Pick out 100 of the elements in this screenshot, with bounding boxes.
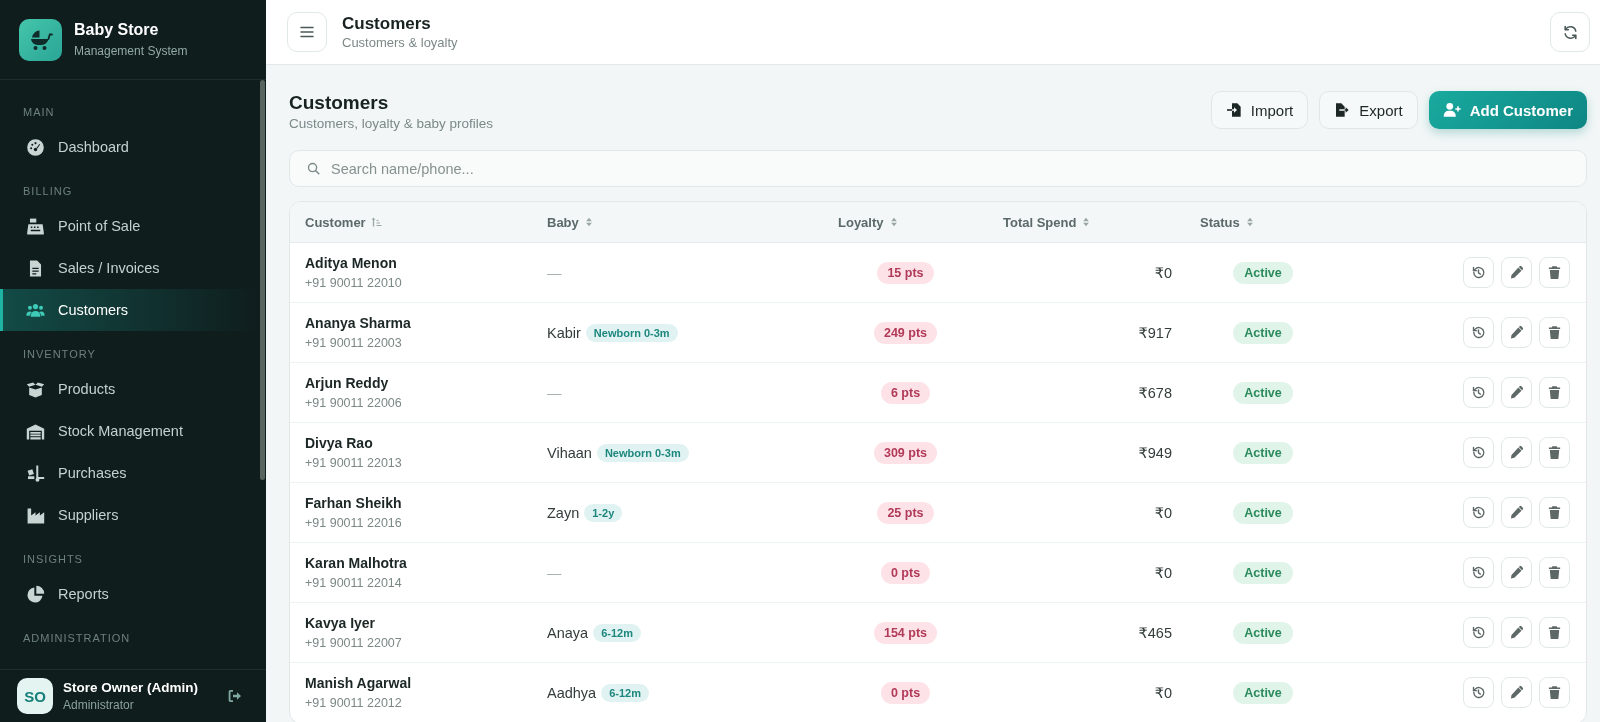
column-header[interactable]: Customer — [290, 214, 533, 230]
column-header[interactable]: Total Spend — [988, 214, 1189, 230]
total-spend: ₹917 — [1138, 324, 1172, 341]
user-role: Administrator — [63, 698, 135, 713]
trash-icon — [1547, 445, 1562, 460]
history-icon — [1471, 565, 1486, 580]
status-badge: Active — [1233, 561, 1293, 584]
customer-name: Karan Malhotra — [305, 554, 408, 572]
baby-name: Vihaan — [547, 444, 592, 461]
pencil-icon — [1509, 505, 1524, 520]
delete-button[interactable] — [1539, 557, 1570, 588]
history-button[interactable] — [1463, 617, 1494, 648]
user-plus-icon — [1442, 101, 1461, 119]
customer-name: Aditya Menon — [305, 254, 398, 272]
nav-item[interactable]: Sales / Invoices — [0, 247, 259, 289]
pencil-icon — [1509, 445, 1524, 460]
logout-icon — [227, 688, 243, 704]
edit-button[interactable] — [1501, 317, 1532, 348]
pencil-icon — [1509, 625, 1524, 640]
customer-phone: +91 90011 22007 — [305, 635, 403, 651]
history-button[interactable] — [1463, 317, 1494, 348]
pencil-icon — [1509, 385, 1524, 400]
add-customer-button[interactable]: Add Customer — [1428, 91, 1587, 129]
edit-button[interactable] — [1501, 617, 1532, 648]
trash-icon — [1547, 505, 1562, 520]
customer-phone: +91 90011 22012 — [305, 695, 403, 711]
total-spend: ₹0 — [1154, 504, 1172, 521]
nav-item[interactable]: Suppliers — [0, 494, 259, 536]
baby-name: Zayn — [547, 504, 580, 521]
user-name: Store Owner (Admin) — [63, 679, 198, 696]
delete-button[interactable] — [1539, 377, 1570, 408]
pencil-icon — [1509, 685, 1524, 700]
pencil-icon — [1509, 565, 1524, 580]
points-badge: 309 pts — [873, 441, 938, 464]
trash-icon — [1547, 385, 1562, 400]
delete-button[interactable] — [1539, 257, 1570, 288]
column-header[interactable]: Status — [1189, 214, 1337, 230]
trash-icon — [1547, 685, 1562, 700]
pencil-icon — [1509, 325, 1524, 340]
hand-truck-icon — [26, 463, 45, 483]
nav-item[interactable]: Products — [0, 368, 259, 410]
pencil-icon — [1509, 265, 1524, 280]
edit-button[interactable] — [1501, 257, 1532, 288]
status-badge: Active — [1233, 441, 1293, 464]
history-button[interactable] — [1463, 437, 1494, 468]
stroller-icon — [19, 18, 62, 61]
points-badge: 0 pts — [880, 561, 931, 584]
edit-button[interactable] — [1501, 677, 1532, 708]
history-icon — [1471, 325, 1486, 340]
search-field[interactable]: Search name/phone... — [289, 150, 1587, 187]
brand-name: Baby Store — [74, 20, 160, 40]
empty-dash: — — [547, 384, 562, 401]
points-badge: 6 pts — [880, 381, 931, 404]
column-header[interactable]: Baby — [533, 214, 823, 230]
refresh-button[interactable] — [1550, 12, 1590, 52]
page-subtitle: Customers, loyalty & baby profiles — [289, 115, 494, 133]
total-spend: ₹678 — [1138, 384, 1172, 401]
edit-button[interactable] — [1501, 437, 1532, 468]
scrollbar-thumb[interactable] — [260, 80, 265, 480]
total-spend: ₹465 — [1138, 624, 1172, 641]
import-button[interactable]: Import — [1210, 91, 1309, 129]
history-button[interactable] — [1463, 677, 1494, 708]
customer-name: Ananya Sharma — [305, 314, 412, 332]
delete-button[interactable] — [1539, 437, 1570, 468]
delete-button[interactable] — [1539, 677, 1570, 708]
factory-icon — [26, 505, 45, 525]
edit-button[interactable] — [1501, 497, 1532, 528]
age-tag: 1-2y — [584, 503, 623, 522]
history-icon — [1471, 445, 1486, 460]
delete-button[interactable] — [1539, 317, 1570, 348]
menu-button[interactable] — [287, 12, 327, 52]
refresh-icon — [1561, 23, 1579, 41]
nav-item[interactable]: Point of Sale — [0, 205, 259, 247]
points-badge: 249 pts — [873, 321, 938, 344]
total-spend: ₹0 — [1154, 564, 1172, 581]
points-badge: 0 pts — [880, 681, 931, 704]
history-button[interactable] — [1463, 377, 1494, 408]
export-button[interactable]: Export — [1319, 91, 1418, 129]
history-button[interactable] — [1463, 557, 1494, 588]
nav-item[interactable]: Stock Management — [0, 410, 259, 452]
nav-item[interactable]: Dashboard — [0, 126, 259, 168]
topbar-subtitle: Customers & loyalty — [342, 34, 458, 51]
delete-button[interactable] — [1539, 497, 1570, 528]
search-icon — [306, 161, 321, 176]
history-button[interactable] — [1463, 257, 1494, 288]
edit-button[interactable] — [1501, 557, 1532, 588]
edit-button[interactable] — [1501, 377, 1532, 408]
delete-button[interactable] — [1539, 617, 1570, 648]
customer-phone: +91 90011 22014 — [305, 575, 403, 591]
status-badge: Active — [1233, 621, 1293, 644]
nav-item[interactable]: Reports — [0, 573, 259, 615]
age-tag: Newborn 0-3m — [585, 323, 678, 342]
warehouse-icon — [26, 421, 45, 441]
customer-name: Divya Rao — [305, 434, 374, 452]
column-header[interactable]: Loyalty — [823, 214, 988, 230]
nav-item[interactable]: Purchases — [0, 452, 259, 494]
status-badge: Active — [1233, 681, 1293, 704]
history-button[interactable] — [1463, 497, 1494, 528]
customer-phone: +91 90011 22010 — [305, 275, 403, 291]
customer-name: Kavya Iyer — [305, 614, 377, 632]
